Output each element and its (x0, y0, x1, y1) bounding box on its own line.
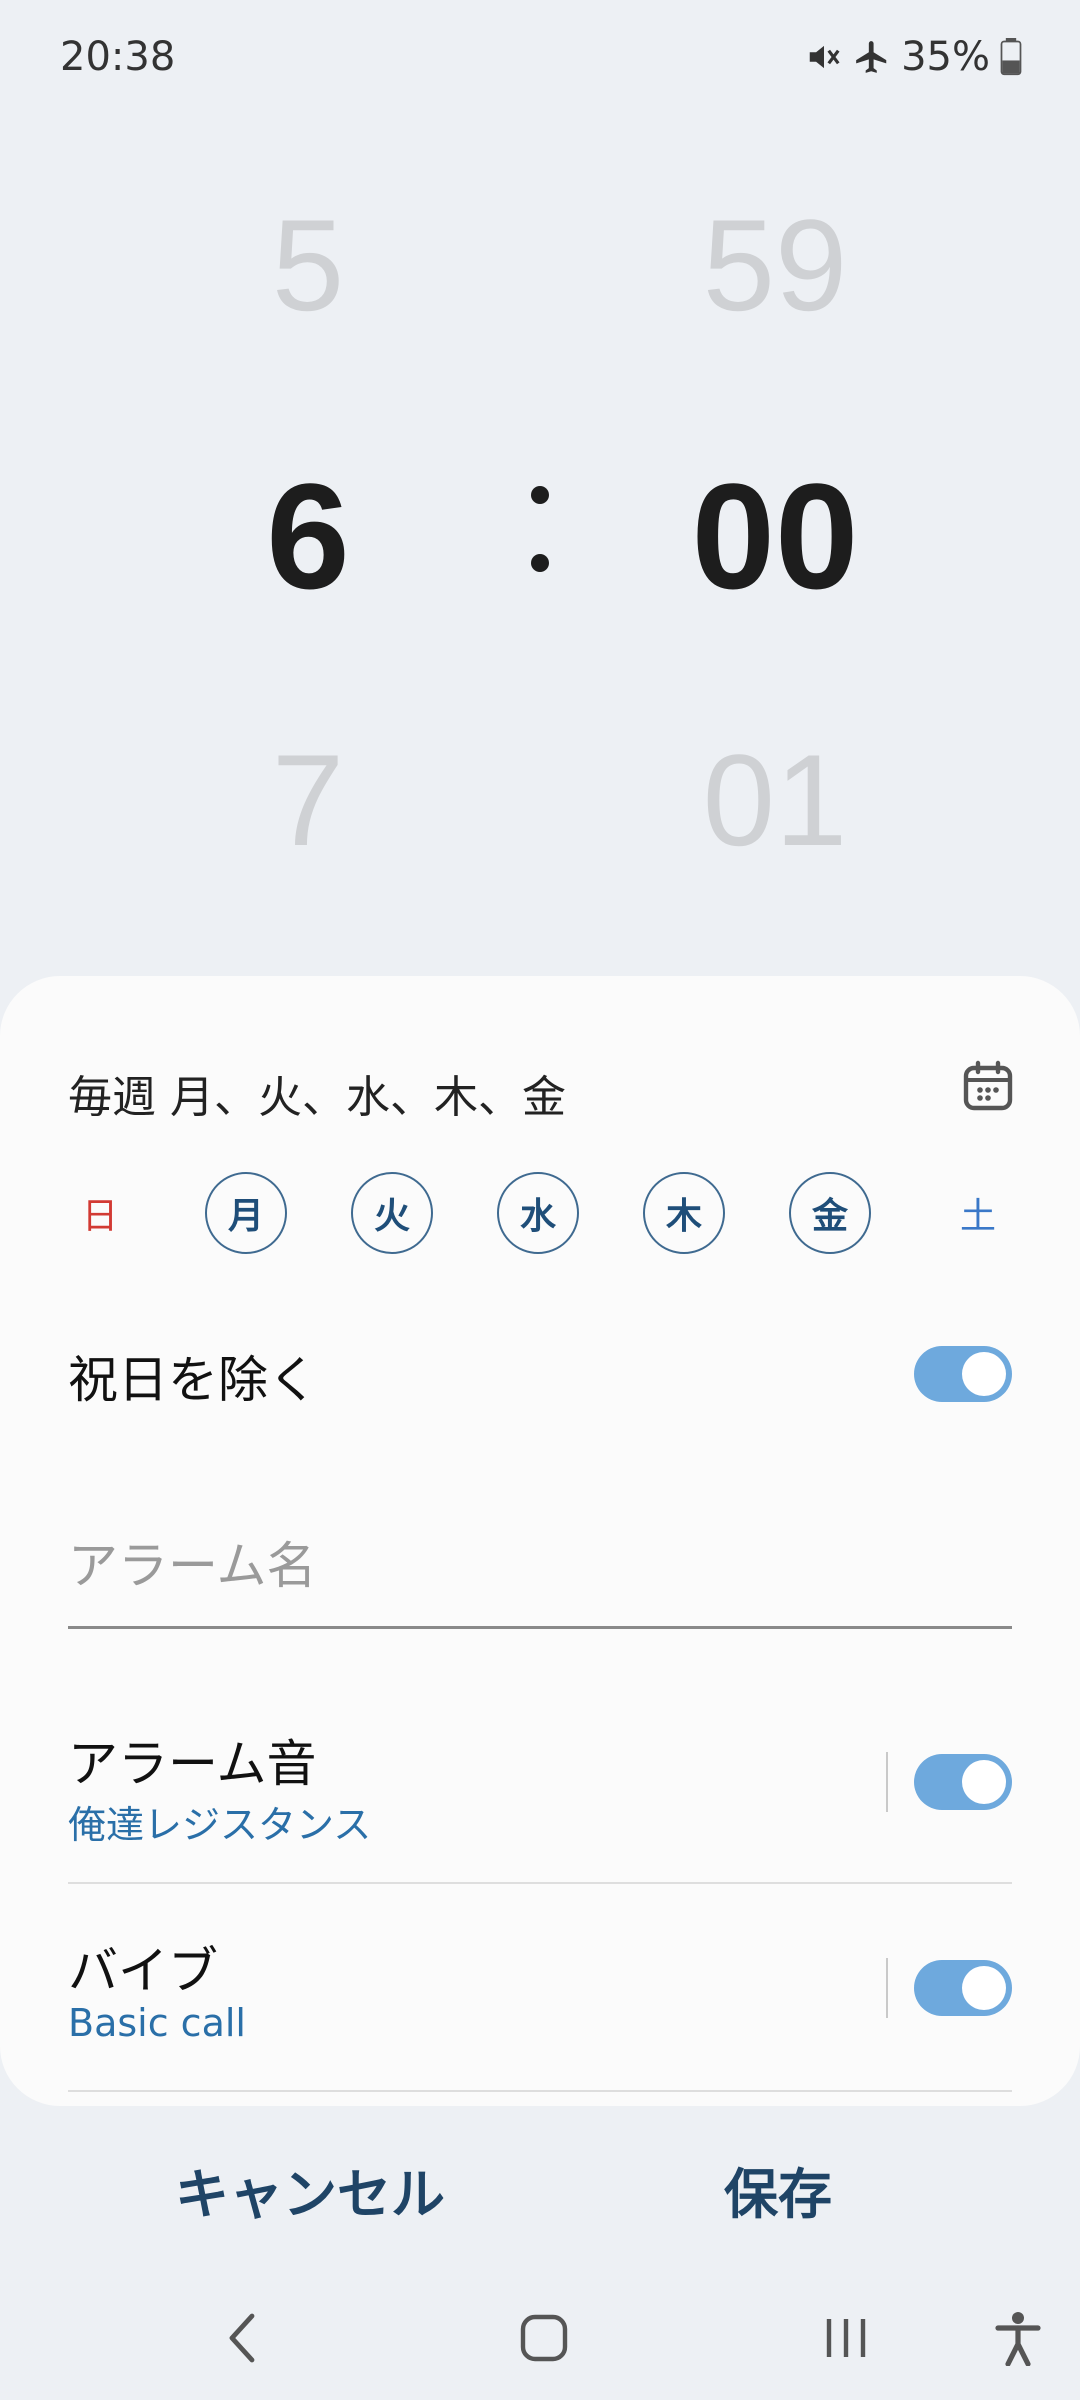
alarm-sound-value[interactable]: 俺達レジスタンス (68, 1794, 371, 1849)
day-sunday[interactable]: 日 (59, 1172, 141, 1254)
day-friday[interactable]: 金 (789, 1172, 871, 1254)
calendar-icon[interactable] (960, 1058, 1016, 1114)
recents-icon[interactable] (806, 2298, 886, 2378)
cancel-button[interactable]: キャンセル (175, 2150, 445, 2229)
time-picker: 5 6 7 59 00 01 (0, 140, 1080, 900)
minute-prev[interactable]: 59 (650, 190, 900, 340)
accessibility-icon[interactable] (978, 2298, 1058, 2378)
vibration-divider (886, 1958, 888, 2018)
alarm-sound-toggle[interactable] (914, 1754, 1012, 1810)
alarm-name-input[interactable] (68, 1531, 1012, 1601)
alarm-settings-card: 毎週 月、火、水、木、金 日 月 火 水 木 金 土 祝日を除く アラーム音 (0, 976, 1080, 2106)
hour-next[interactable]: 7 (208, 725, 408, 875)
back-icon[interactable] (202, 2298, 282, 2378)
vibration-toggle[interactable] (914, 1960, 1012, 2016)
battery-text: 35% (901, 34, 990, 80)
home-icon[interactable] (504, 2298, 584, 2378)
save-button[interactable]: 保存 (724, 2150, 832, 2229)
status-bar: 20:38 35% (0, 0, 1080, 118)
repeat-summary: 毎週 月、火、水、木、金 (68, 1072, 566, 1123)
status-time: 20:38 (60, 34, 176, 80)
day-tuesday[interactable]: 火 (351, 1172, 433, 1254)
mute-icon (805, 38, 843, 76)
divider (68, 2090, 1012, 2092)
time-separator (520, 470, 560, 590)
day-wednesday[interactable]: 水 (497, 1172, 579, 1254)
day-monday[interactable]: 月 (205, 1172, 287, 1254)
divider (68, 1882, 1012, 1884)
day-saturday[interactable]: 土 (937, 1172, 1019, 1254)
alarm-edit-screen: 20:38 35% 5 6 7 59 00 01 毎週 月、火、水、木、金 日 … (0, 0, 1080, 2400)
navigation-bar (0, 2270, 1080, 2400)
alarm-sound-label[interactable]: アラーム音 (68, 1724, 317, 1796)
airplane-icon (853, 38, 891, 76)
battery-icon (1000, 38, 1022, 76)
minute-next[interactable]: 01 (650, 725, 900, 875)
status-icons: 35% (805, 34, 1022, 80)
vibration-label[interactable]: バイブ (68, 1931, 218, 2003)
exclude-holidays-toggle[interactable] (914, 1346, 1012, 1402)
weekday-selector: 日 月 火 水 木 金 土 (0, 1172, 1080, 1262)
alarm-name-underline (68, 1626, 1012, 1629)
minute-selected[interactable]: 00 (650, 450, 900, 623)
exclude-holidays-label: 祝日を除く (68, 1351, 318, 1409)
alarm-sound-divider (886, 1752, 888, 1812)
vibration-value[interactable]: Basic call (68, 2001, 246, 2045)
hour-selected[interactable]: 6 (208, 450, 408, 623)
day-thursday[interactable]: 木 (643, 1172, 725, 1254)
hour-prev[interactable]: 5 (208, 190, 408, 340)
